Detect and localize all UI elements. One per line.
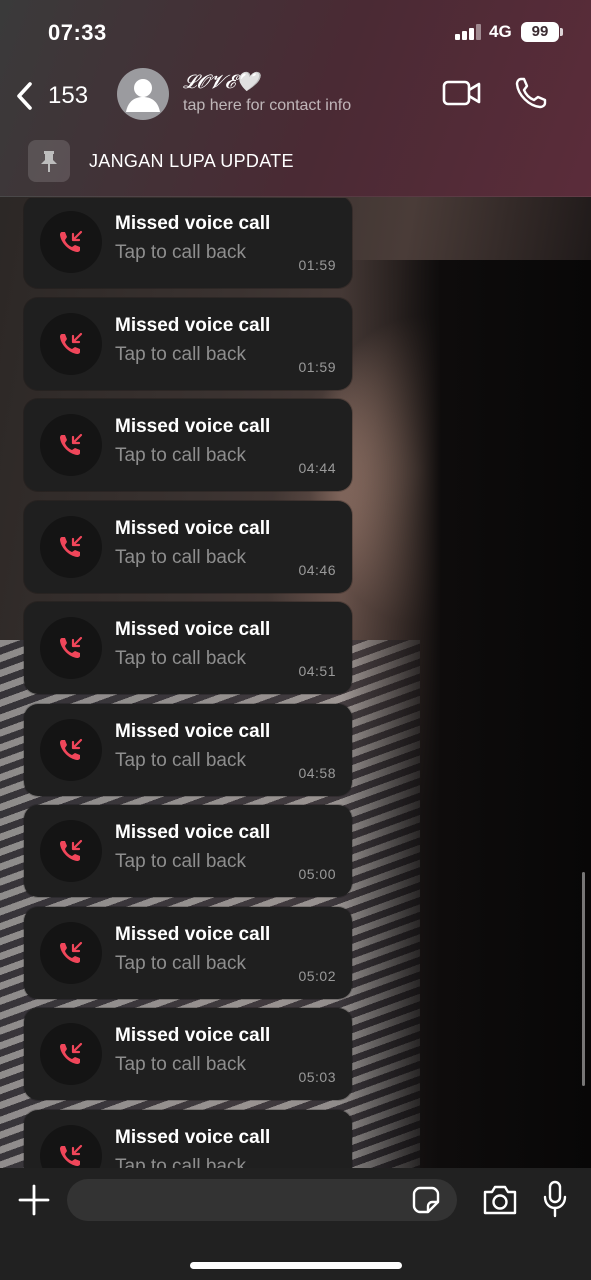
message-time: 05:03 (298, 1069, 336, 1085)
pinned-message-text: JANGAN LUPA UPDATE (89, 151, 294, 171)
unread-count: 153 (48, 82, 89, 109)
message-title: Missed voice call (115, 314, 271, 336)
message-subtitle: Tap to call back (115, 343, 246, 365)
voice-call-button[interactable] (513, 75, 549, 111)
avatar-placeholder-icon (126, 79, 160, 112)
message-title: Missed voice call (115, 822, 271, 843)
scroll-indicator[interactable] (582, 872, 585, 1086)
pinned-message-bar[interactable]: JANGAN LUPA UPDATE (0, 140, 591, 184)
composer-bar (0, 1168, 591, 1280)
back-button[interactable]: 153 (14, 78, 104, 114)
missed-call-message[interactable]: Missed voice call Tap to call back 04:58 (24, 703, 352, 796)
message-subtitle: Tap to call back (115, 242, 246, 263)
contact-info-hint[interactable]: tap here for contact info (183, 97, 351, 115)
message-title: Missed voice call (115, 619, 271, 640)
message-subtitle: Tap to call back (115, 1155, 246, 1169)
message-list[interactable]: Missed voice call Tap to call back 01:59 Mi… (0, 198, 591, 1168)
battery-level: 99 (521, 22, 563, 42)
plus-icon (18, 1184, 50, 1216)
missed-call-icon (40, 921, 102, 984)
message-subtitle: Tap to call back (115, 648, 246, 669)
status-time: 07:33 (48, 20, 107, 45)
missed-call-message[interactable]: Missed voice call Tap to call back 04:44 (24, 399, 352, 491)
missed-call-icon (40, 312, 102, 375)
missed-call-message[interactable]: Missed voice call Tap to call back 04:51 (24, 602, 352, 694)
message-subtitle: Tap to call back (115, 445, 246, 466)
chat-header: 07:33 4G 99 153 𝓛𝓞𝓥𝓔🤍 tap here for conta… (0, 0, 591, 197)
message-time: 04:46 (298, 561, 336, 578)
contact-name[interactable]: 𝓛𝓞𝓥𝓔🤍 (183, 70, 259, 93)
network-type: 4G (489, 22, 512, 41)
back-chevron-icon (17, 82, 32, 110)
missed-call-icon (40, 414, 102, 476)
sticker-button[interactable] (411, 1185, 441, 1215)
message-time: 01:59 (298, 257, 336, 273)
message-subtitle: Tap to call back (115, 851, 246, 872)
pin-icon (28, 140, 70, 182)
phone-icon (515, 77, 547, 109)
video-call-icon (442, 80, 481, 106)
message-title: Missed voice call (115, 517, 271, 539)
message-title: Missed voice call (115, 720, 271, 742)
missed-call-icon (40, 718, 102, 781)
missed-call-message[interactable]: Missed voice call Tap to call back 04:46 (24, 500, 352, 593)
message-title: Missed voice call (115, 1126, 271, 1148)
message-subtitle: Tap to call back (115, 1054, 246, 1075)
sticker-icon (412, 1186, 440, 1214)
message-time: 05:02 (298, 967, 336, 984)
message-title: Missed voice call (115, 1025, 271, 1046)
missed-call-icon (40, 1124, 102, 1168)
message-input[interactable] (67, 1179, 457, 1221)
missed-call-icon (40, 1023, 102, 1085)
signal-icon (455, 24, 483, 40)
missed-call-message[interactable]: Missed voice call Tap to call back 01:59 (24, 198, 352, 288)
message-time: 01:59 (298, 358, 336, 375)
message-time: 04:44 (298, 460, 336, 476)
message-subtitle: Tap to call back (115, 952, 246, 974)
message-subtitle: Tap to call back (115, 749, 246, 771)
missed-call-icon (40, 617, 102, 679)
message-title: Missed voice call (115, 923, 271, 945)
message-subtitle: Tap to call back (115, 546, 246, 568)
attach-button[interactable] (16, 1182, 52, 1218)
video-call-button[interactable] (442, 78, 482, 108)
missed-call-message[interactable]: Missed voice call Tap to call back 01:59 (24, 297, 352, 390)
missed-call-icon (40, 211, 102, 273)
message-title: Missed voice call (115, 416, 271, 437)
status-bar: 07:33 4G 99 (0, 0, 591, 60)
avatar[interactable] (117, 68, 169, 120)
message-time: 05:00 (298, 866, 336, 882)
voice-message-button[interactable] (540, 1179, 570, 1219)
message-time: 04:51 (298, 663, 336, 679)
missed-call-icon (40, 820, 102, 882)
missed-call-message[interactable]: Missed voice call Tap to call back (24, 1109, 352, 1169)
chat-nav-row: 153 𝓛𝓞𝓥𝓔🤍 tap here for contact info (0, 62, 591, 128)
home-indicator[interactable] (190, 1262, 402, 1269)
message-title: Missed voice call (115, 213, 271, 234)
missed-call-message[interactable]: Missed voice call Tap to call back 05:02 (24, 906, 352, 999)
missed-call-message[interactable]: Missed voice call Tap to call back 05:03 (24, 1008, 352, 1100)
microphone-icon (543, 1180, 567, 1218)
camera-icon (483, 1185, 517, 1215)
message-time: 04:58 (298, 764, 336, 781)
missed-call-message[interactable]: Missed voice call Tap to call back 05:00 (24, 805, 352, 897)
camera-button[interactable] (481, 1183, 519, 1217)
missed-call-icon (40, 515, 102, 578)
